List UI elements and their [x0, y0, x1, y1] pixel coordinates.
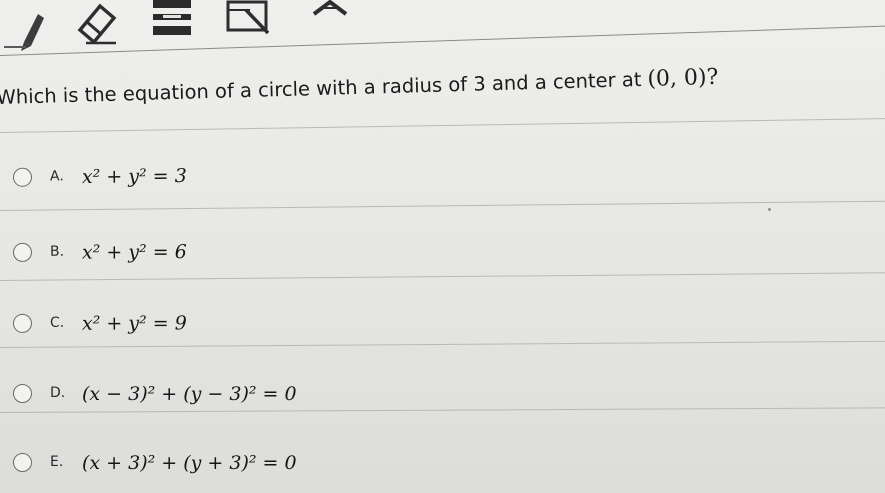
reference-card-icon[interactable] [222, 0, 278, 40]
option-a[interactable]: A. x² + y² = 3 [0, 152, 600, 200]
collapse-chevron-icon[interactable] [310, 0, 352, 22]
question-page: Which is the equation of a circle with a… [0, 0, 885, 493]
option-letter: B. [49, 243, 65, 260]
eraser-icon[interactable] [72, 0, 120, 48]
option-b[interactable]: B. x² + y² = 6 [0, 230, 600, 275]
question-label: Which is the equation of a circle with a… [0, 67, 642, 109]
option-equation: x² + y² = 9 [81, 312, 187, 335]
radio-button[interactable] [12, 313, 33, 333]
option-c[interactable]: C. x² + y² = 9 [0, 302, 600, 346]
option-equation: x² + y² = 3 [81, 165, 187, 189]
option-e[interactable]: E. (x + 3)² + (y + 3)² = 0 [0, 443, 600, 485]
divider [0, 200, 885, 211]
option-equation: x² + y² = 6 [81, 241, 187, 264]
option-equation: (x + 3)² + (y + 3)² = 0 [82, 452, 297, 474]
screen-speck [768, 208, 771, 211]
radio-button[interactable] [12, 242, 33, 262]
radio-button[interactable] [13, 384, 32, 403]
radio-button[interactable] [13, 453, 32, 472]
radio-button[interactable] [12, 167, 33, 187]
answer-toolbar [0, 0, 885, 56]
option-letter: A. [49, 168, 64, 185]
pencil-icon[interactable] [4, 0, 50, 52]
option-letter: C. [49, 314, 65, 331]
option-equation: (x − 3)² + (y − 3)² = 0 [82, 383, 297, 405]
highlighter-icon[interactable] [150, 0, 196, 40]
question-prompt: Which is the equation of a circle with a… [0, 53, 885, 128]
toolbar-divider [0, 24, 885, 56]
question-text: Which is the equation of a circle with a… [0, 58, 719, 118]
question-point: (0, 0)? [647, 64, 719, 92]
option-letter: E. [50, 454, 64, 470]
option-letter: D. [50, 385, 66, 401]
